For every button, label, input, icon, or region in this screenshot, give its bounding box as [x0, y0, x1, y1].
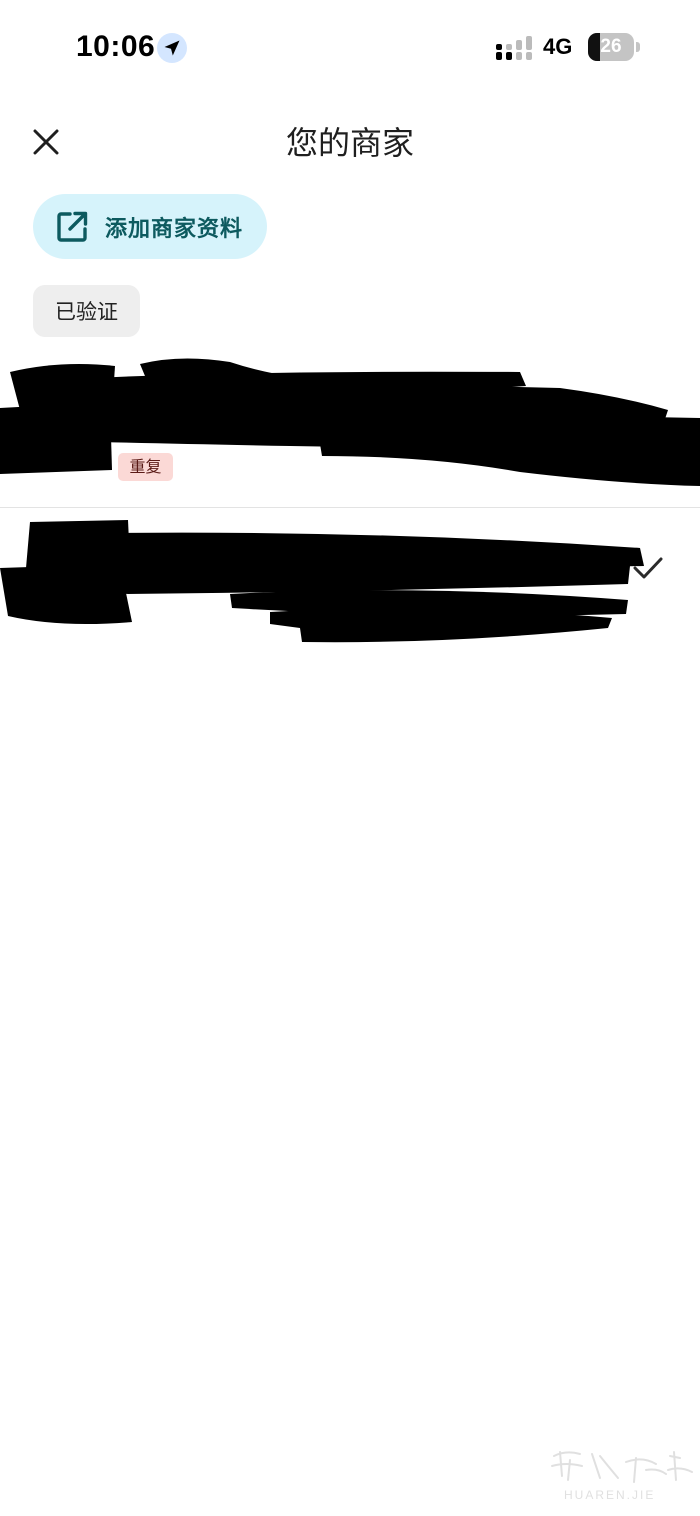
watermark-text: HUAREN.JIE — [564, 1488, 656, 1502]
checkmark-icon — [633, 557, 663, 579]
signal-bars-icon — [496, 36, 532, 60]
verified-filter-chip[interactable]: 已验证 — [33, 285, 140, 337]
status-bar: 10:06 4G 26 — [0, 0, 700, 96]
add-business-profile-button[interactable]: 添加商家资料 — [33, 194, 267, 259]
redacted-business-details — [0, 520, 644, 643]
open-external-icon — [57, 211, 88, 242]
network-type: 4G — [543, 34, 573, 59]
redacted-business-details — [0, 358, 700, 486]
watermark-calligraphy — [551, 1451, 693, 1483]
screen: 10:06 4G 26 您的商家 添加商家资料 已验证 重复 HUAREN.JI… — [0, 0, 700, 1516]
business-list-item[interactable] — [0, 508, 700, 648]
location-arrow-icon — [157, 33, 187, 63]
add-business-profile-label: 添加商家资料 — [105, 216, 244, 242]
business-list-item[interactable]: 重复 — [0, 352, 700, 508]
battery-icon: 26 — [588, 33, 640, 61]
duplicate-badge: 重复 — [118, 453, 173, 481]
battery-level: 26 — [600, 36, 622, 57]
status-time: 10:06 — [76, 30, 156, 63]
page-title: 您的商家 — [285, 124, 414, 162]
watermark-logo: HUAREN.JIE — [546, 1446, 696, 1508]
